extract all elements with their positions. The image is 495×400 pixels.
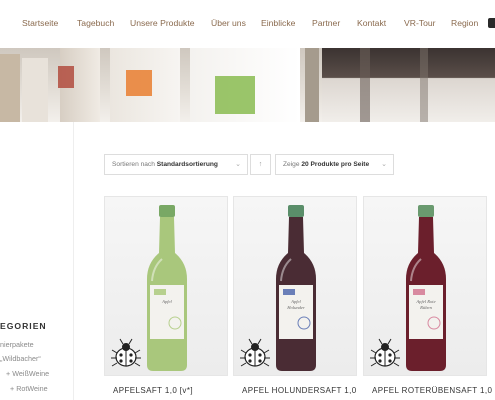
sort-select[interactable]: Sortieren nach Standardsortierung ⌄ xyxy=(104,154,248,175)
sidebar-divider xyxy=(73,122,74,400)
nav-item-unsere-produkte[interactable]: Unsere Produkte xyxy=(130,18,195,28)
product-image[interactable]: Apfel Holunder xyxy=(233,196,357,376)
bottle-cap xyxy=(288,205,304,217)
nav-item-partner[interactable]: Partner xyxy=(312,18,340,28)
product-image[interactable]: Apfel Rote Rüben xyxy=(363,196,487,376)
sort-value: Standardsortierung xyxy=(156,161,218,168)
nav-overflow-icon[interactable] xyxy=(488,18,495,28)
category-link[interactable]: + RotWeine xyxy=(10,384,48,393)
per-page-prefix: Zeige xyxy=(283,161,300,168)
chevron-down-icon: ⌄ xyxy=(235,161,241,168)
per-page-value: 20 Produkte pro Seite xyxy=(301,161,370,168)
nav-item-ueber-uns[interactable]: Über uns xyxy=(211,18,246,28)
product-title[interactable]: APFEL ROTERÜBENSAFT 1,0 xyxy=(372,386,492,395)
bottle-label-text: Apfel xyxy=(162,299,172,304)
product-title[interactable]: APFELSAFT 1,0 [v*] xyxy=(113,386,193,395)
header-banner-image xyxy=(0,48,495,122)
category-link[interactable]: „Wildbacher“ xyxy=(0,354,41,363)
nav-item-region[interactable]: Region xyxy=(451,18,478,28)
product-image[interactable]: Apfel xyxy=(104,196,228,376)
nav-item-kontakt[interactable]: Kontakt xyxy=(357,18,386,28)
chevron-down-icon: ⌄ xyxy=(381,161,387,168)
bottle-cap xyxy=(159,205,175,217)
main-navigation: Startseite Tagebuch Unsere Produkte Über… xyxy=(0,0,495,48)
arrow-up-icon: ↑ xyxy=(258,161,263,168)
product-card[interactable]: Apfel Rote Rüben APFEL ROTERÜBENSAFT 1,0 xyxy=(363,196,492,400)
product-card[interactable]: Apfel Holunder APFEL HOLUNDERSAFT 1,0 xyxy=(233,196,357,400)
nav-item-startseite[interactable]: Startseite xyxy=(22,18,58,28)
bottle-cap xyxy=(418,205,434,217)
category-link[interactable]: + WeißWeine xyxy=(6,369,49,378)
per-page-select[interactable]: Zeige 20 Produkte pro Seite ⌄ xyxy=(275,154,394,175)
sort-prefix: Sortieren nach xyxy=(112,161,155,168)
nav-item-tagebuch[interactable]: Tagebuch xyxy=(77,18,114,28)
nav-item-einblicke[interactable]: Einblicke xyxy=(261,18,295,28)
ladybug-icon xyxy=(111,338,141,367)
product-title[interactable]: APFEL HOLUNDERSAFT 1,0 xyxy=(242,386,357,395)
sort-direction-button[interactable]: ↑ xyxy=(250,154,271,175)
product-card[interactable]: Apfel APFELSAFT 1,0 [v*] xyxy=(104,196,228,400)
nav-item-vr-tour[interactable]: VR-Tour xyxy=(404,18,436,28)
ladybug-icon xyxy=(370,338,400,367)
bottle-label-text: Apfel Rote Rüben xyxy=(416,299,436,310)
category-link[interactable]: nierpakete xyxy=(0,340,34,349)
categories-heading: EGORIEN xyxy=(0,321,47,331)
bottle-label-text: Apfel Holunder xyxy=(287,299,305,310)
ladybug-icon xyxy=(240,338,270,367)
